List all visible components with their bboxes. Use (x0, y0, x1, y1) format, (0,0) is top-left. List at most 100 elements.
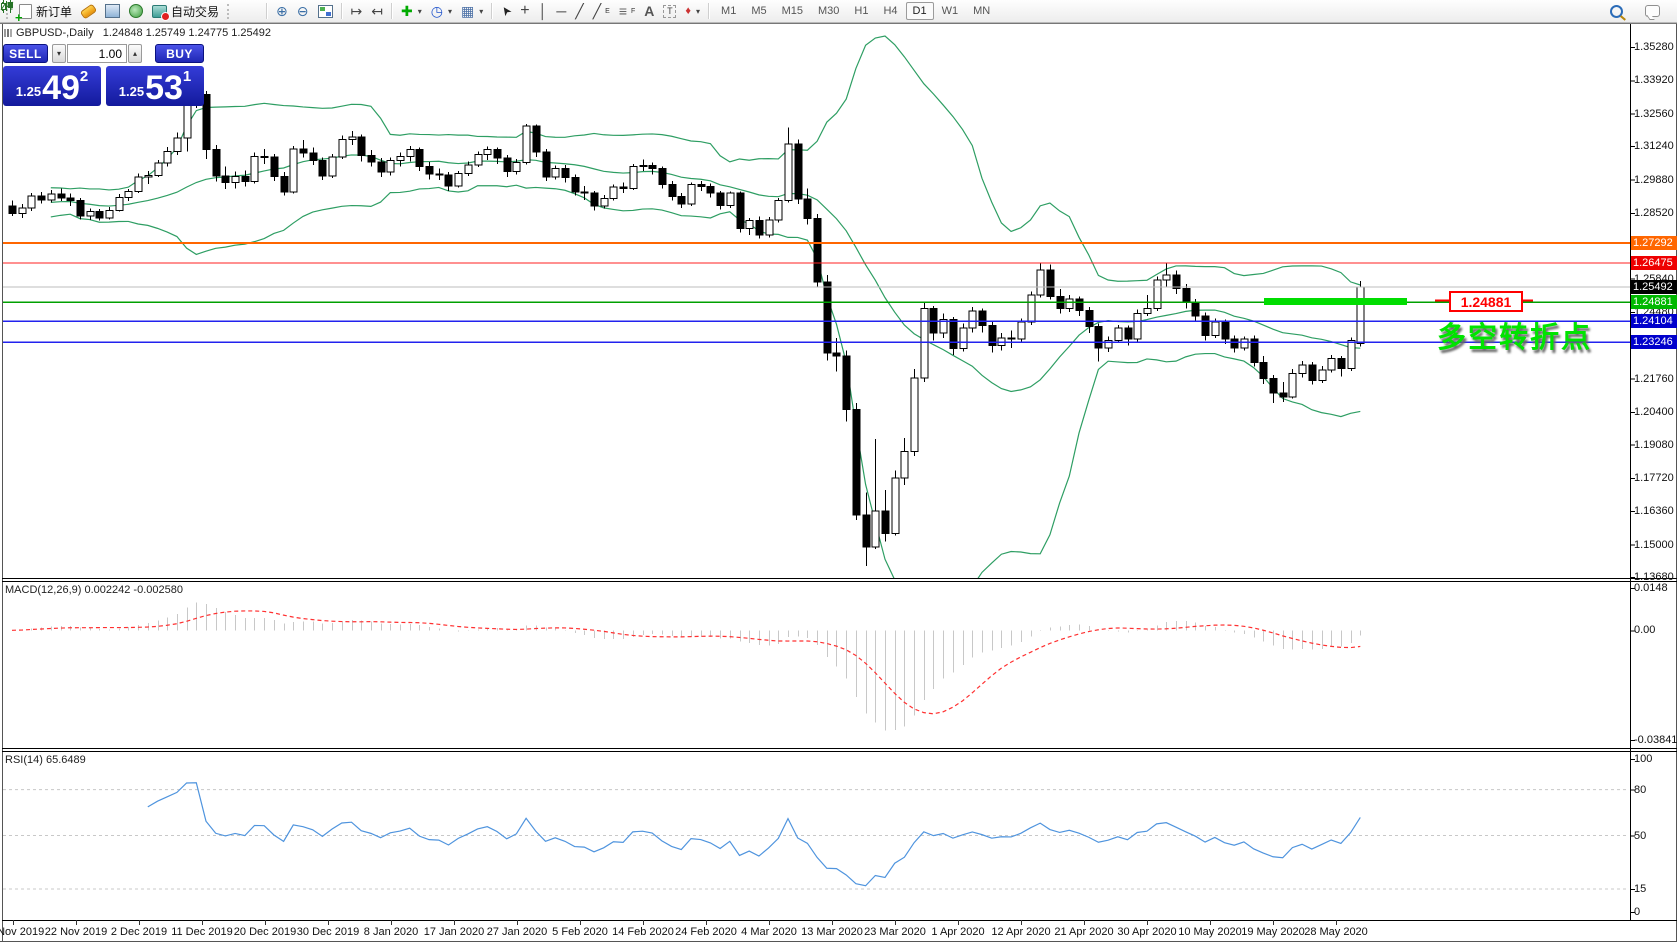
macd-axis-tick: -0.038415 (1634, 734, 1677, 746)
volume-decrease-button[interactable]: ▾ (52, 44, 66, 63)
date-axis-label: 28 May 2020 (1304, 926, 1368, 938)
date-axis-label: 12 Apr 2020 (991, 926, 1051, 938)
signals-button[interactable] (125, 1, 147, 22)
text-button[interactable]: A (640, 1, 658, 22)
price-axis-tick: 1.15000 (1634, 538, 1674, 551)
crayon-icon (79, 3, 98, 19)
chart-header: GBPUSD-,Daily 1.24848 1.25749 1.24775 1.… (16, 27, 271, 39)
sell-button[interactable]: SELL (3, 44, 48, 63)
auto-scroll-button[interactable]: ↦ (347, 1, 367, 22)
profiles-button[interactable] (101, 1, 124, 22)
rsi-series (3, 782, 1629, 890)
date-axis-label: 24 Feb 2020 (675, 926, 737, 938)
tf-button-m5[interactable]: M5 (744, 2, 773, 20)
trendline-button[interactable]: ╱ (571, 1, 587, 22)
date-axis-label: 23 Mar 2020 (864, 926, 926, 938)
price-axis-tick: 1.31240 (1634, 140, 1674, 153)
auto-trading-label: 自动交易 (171, 4, 220, 19)
cursor-button[interactable]: ➤ (497, 1, 515, 22)
price-level-callout[interactable]: 1.24881 (1449, 291, 1523, 312)
volume-input[interactable] (67, 44, 127, 63)
vertical-line-icon: │ (538, 3, 548, 19)
buy-button[interactable]: BUY (155, 44, 204, 63)
template-icon: ▦ (460, 3, 475, 19)
buy-price-button[interactable]: 1.25 53 1 (106, 66, 204, 106)
fibonacci-button[interactable]: ≡ F (615, 1, 639, 22)
toolbar-separator (491, 3, 494, 19)
templates-button[interactable]: ▦ ▾ (457, 1, 487, 22)
signal-icon (129, 4, 144, 18)
auto-trading-button[interactable]: 自动交易 (148, 1, 223, 22)
buy-price-small: 1.25 (118, 84, 145, 99)
rsi-axis-tick: 80 (1634, 783, 1647, 796)
date-axis-label: 21 Apr 2020 (1054, 926, 1114, 938)
autotrade-icon (152, 4, 171, 21)
arrows-button[interactable]: ♦ ▾ (681, 1, 704, 22)
price-axis-tick: 1.35280 (1634, 41, 1674, 53)
tile-windows-icon (317, 4, 333, 18)
chat-icon (1645, 5, 1660, 20)
tf-button-w1[interactable]: W1 (935, 2, 966, 20)
macd-indicator-label: MACD(12,26,9) 0.002242 -0.002580 (5, 584, 183, 596)
toolbar-grip[interactable] (227, 3, 232, 19)
date-axis-label: 30 Apr 2020 (1117, 926, 1177, 938)
date-axis-label: 13 Mar 2020 (801, 926, 863, 938)
date-axis-label: 20 Dec 2019 (233, 926, 297, 938)
macd-axis-tick: 0.00 (1634, 624, 1656, 637)
tf-button-m1[interactable]: M1 (714, 2, 743, 20)
horizontal-line-icon: ─ (556, 3, 567, 19)
highlight-bar[interactable] (1264, 298, 1407, 305)
vertical-line-button[interactable]: │ (535, 1, 552, 22)
chevron-down-icon: ▾ (479, 6, 484, 16)
turning-point-annotation[interactable]: 多空转折点 (1437, 314, 1592, 356)
tf-button-m30[interactable]: M30 (811, 2, 846, 20)
chat-button[interactable] (1641, 1, 1664, 22)
line-chart-button[interactable] (0, 1, 262, 22)
sell-price-button[interactable]: 1.25 49 2 (3, 66, 101, 106)
indicators-button[interactable]: ✚ ▾ (397, 1, 426, 22)
tile-windows-button[interactable] (314, 1, 337, 22)
candlestick-button[interactable] (1, 0, 253, 22)
date-axis-label: 8 Jan 2020 (363, 926, 419, 938)
date-axis-label: 17 Jan 2020 (423, 926, 485, 938)
date-axis-label: 22 Nov 2019 (44, 926, 108, 938)
search-button[interactable] (1606, 1, 1627, 22)
price-axis-tick: 1.28520 (1634, 206, 1674, 219)
symbol-period: GBPUSD-,Daily (16, 27, 94, 39)
tf-button-h4[interactable]: H4 (876, 2, 904, 20)
chart-shift-button[interactable]: ↤ (367, 1, 387, 22)
periods-button[interactable]: ◷ ▾ (427, 1, 456, 22)
price-marker-label: 1.24104 (1631, 314, 1677, 329)
tf-button-m15[interactable]: M15 (775, 2, 810, 20)
date-axis-label: 30 Dec 2019 (296, 926, 360, 938)
chart-shift-icon: ↤ (371, 3, 383, 19)
tf-button-d1[interactable]: D1 (905, 2, 934, 20)
one-click-trading-panel: SELL ▾ ▴ BUY 1.25 49 2 1.25 53 1 (3, 44, 204, 106)
price-marker-label: 1.26475 (1631, 256, 1677, 271)
sell-price-small: 1.25 (15, 84, 42, 99)
tf-button-h1[interactable]: H1 (847, 2, 875, 20)
date-axis-label: 14 Feb 2020 (612, 926, 674, 938)
trendline-icon: ╱ (575, 3, 584, 19)
chart-icon (4, 29, 12, 37)
crosshair-button[interactable]: + (516, 1, 533, 22)
buy-price-big: 53 (145, 69, 183, 107)
text-label-button[interactable]: T (659, 1, 680, 22)
chart-canvas[interactable] (0, 0, 1677, 942)
indicators-icon: ✚ (400, 3, 413, 19)
horizontal-line-button[interactable]: ─ (552, 1, 570, 22)
channel-button[interactable]: ╱ E (589, 1, 614, 22)
profile-icon (105, 4, 121, 18)
styler-button[interactable] (77, 1, 100, 22)
date-axis-label: 10 May 2020 (1178, 926, 1242, 938)
new-order-button[interactable]: + 新订单 (15, 1, 76, 24)
zoom-in-button[interactable]: ⊕ (272, 1, 292, 22)
bar-chart-button[interactable] (1, 1, 244, 22)
volume-increase-button[interactable]: ▴ (128, 44, 142, 63)
zoom-out-button[interactable]: ⊖ (293, 1, 313, 22)
price-axis-tick: 1.19080 (1634, 438, 1674, 451)
rsi-axis-tick: 15 (1634, 883, 1647, 896)
rsi-axis-tick: 50 (1634, 829, 1647, 842)
candlestick-series (8, 73, 1365, 567)
tf-button-mn[interactable]: MN (966, 2, 997, 20)
